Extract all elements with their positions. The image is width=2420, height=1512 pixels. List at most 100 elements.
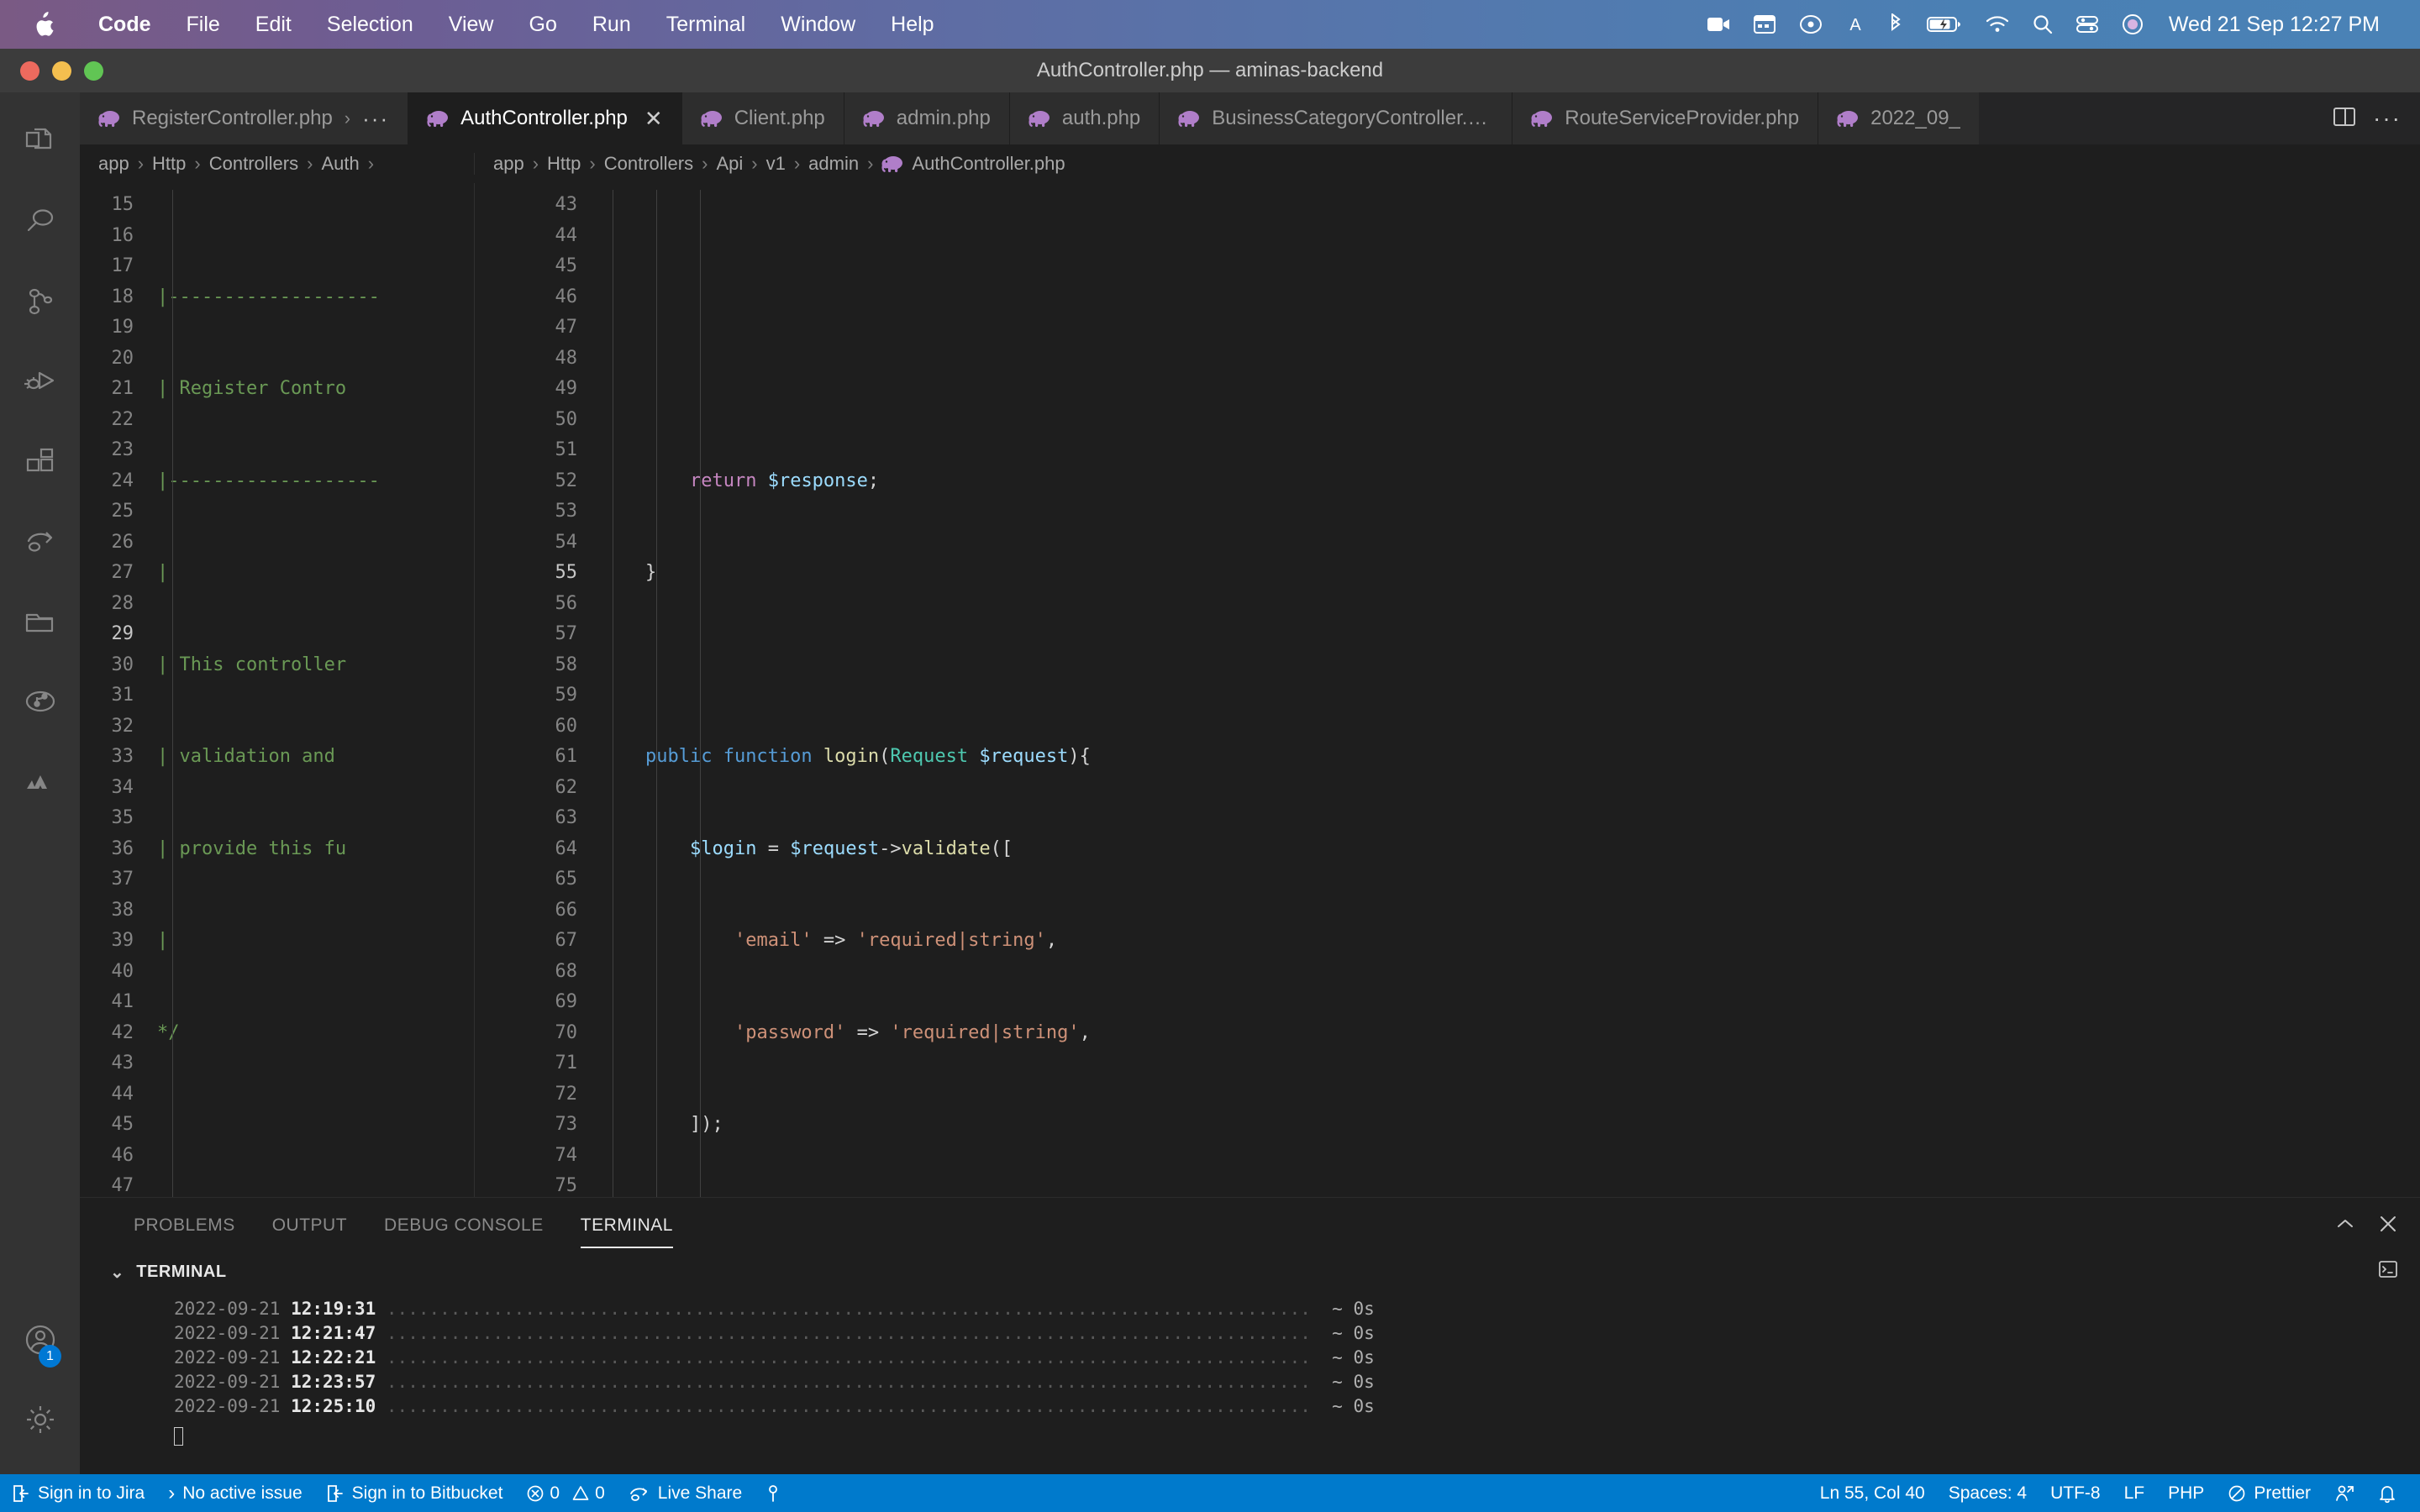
status-sign-in-bitbucket[interactable]: Sign in to Bitbucket (314, 1474, 515, 1512)
more-actions-icon[interactable]: ··· (2373, 105, 2402, 132)
menu-item-window[interactable]: Window (763, 0, 873, 49)
panel-tab-problems[interactable]: PROBLEMS (115, 1198, 254, 1253)
panel-tab-output[interactable]: OUTPUT (254, 1198, 366, 1253)
screen-record-icon[interactable] (1695, 0, 1742, 49)
split-editor-icon[interactable] (2333, 106, 2356, 132)
code-line: return $response; (689, 470, 880, 491)
status-no-active-issue[interactable]: › No active issue (156, 1474, 313, 1512)
tab-client[interactable]: Client.php (681, 92, 844, 144)
breadcrumb-item[interactable]: Http (547, 153, 581, 175)
tab-admin[interactable]: admin.php (844, 92, 1010, 144)
battery-charging-icon[interactable] (1915, 0, 1974, 49)
line-number: 23 (111, 439, 134, 460)
sidebar-item-git-graph[interactable] (0, 661, 80, 741)
maximize-button[interactable] (84, 60, 103, 81)
menu-item-selection[interactable]: Selection (309, 0, 431, 49)
panel-tab-terminal[interactable]: TERMINAL (562, 1198, 692, 1253)
menu-item-terminal[interactable]: Terminal (649, 0, 763, 49)
siri-icon[interactable] (2110, 0, 2155, 49)
minimize-button[interactable] (52, 60, 71, 81)
bluetooth-icon[interactable] (1876, 0, 1915, 49)
tab-authcontroller[interactable]: AuthController.php ✕ (408, 92, 682, 144)
tab-businesscategorycontroller[interactable]: BusinessCategoryController.php (1160, 92, 1513, 144)
breadcrumb-item[interactable]: Controllers (604, 153, 693, 175)
status-eol[interactable]: LF (2112, 1474, 2157, 1512)
tab-registercontroller[interactable]: RegisterController.php › ··· (80, 92, 409, 144)
tab-auth[interactable]: auth.php (1009, 92, 1160, 144)
chevron-up-icon[interactable] (2334, 1215, 2356, 1236)
chevron-right-icon: › (793, 153, 801, 174)
editor-pane-left[interactable]: 15 16 17 18 19 20 21 22 23 24 25 26 27 2… (80, 183, 475, 1197)
sidebar-item-extensions[interactable] (0, 422, 80, 501)
sidebar-item-run-and-debug[interactable] (0, 342, 80, 422)
editor-pane-right[interactable]: 43 44 45 46 47 48 49 50 51 52 53 54 55 5… (475, 183, 2420, 1197)
breadcrumb-item[interactable]: Api (716, 153, 743, 175)
sidebar-item-project-manager[interactable] (0, 581, 80, 661)
close-tab-icon[interactable]: ✕ (644, 106, 663, 132)
macos-clock[interactable]: Wed 21 Sep 12:27 PM (2155, 13, 2388, 37)
menu-item-view[interactable]: View (431, 0, 512, 49)
status-ports[interactable] (754, 1474, 792, 1512)
sidebar-item-search[interactable] (0, 182, 80, 262)
terminal-output[interactable]: 2022-09-21 12:19:31 ....................… (80, 1290, 2420, 1474)
calendar-icon[interactable] (1742, 0, 1787, 49)
status-remote-account[interactable] (2323, 1474, 2366, 1512)
status-notifications-bell-icon[interactable] (2366, 1474, 2408, 1512)
close-button[interactable] (20, 60, 39, 81)
breadcrumb-item[interactable]: v1 (766, 153, 786, 175)
status-problems[interactable]: 0 0 (514, 1474, 616, 1512)
terminal-date: 2022-09-21 (174, 1372, 281, 1392)
sidebar-item-atlassian[interactable] (0, 741, 80, 821)
status-prettier[interactable]: Prettier (2216, 1474, 2323, 1512)
breadcrumb-item[interactable]: Controllers (209, 153, 298, 175)
menu-item-help[interactable]: Help (873, 0, 951, 49)
breadcrumb-item[interactable]: Http (152, 153, 186, 175)
apple-logo-icon[interactable] (34, 12, 55, 37)
breadcrumb-item[interactable]: AuthController.php (912, 153, 1065, 175)
menu-item-code[interactable]: Code (81, 0, 169, 49)
breadcrumb-item[interactable]: app (493, 153, 524, 175)
status-line-col[interactable]: Ln 55, Col 40 (1808, 1474, 1937, 1512)
menu-item-file[interactable]: File (169, 0, 238, 49)
control-center-icon[interactable] (2065, 0, 2110, 49)
terminal-time: 12:25:10 (291, 1396, 376, 1416)
sidebar-item-explorer[interactable] (0, 102, 80, 182)
line-number: 26 (111, 531, 134, 553)
wifi-icon[interactable] (1974, 0, 2021, 49)
tab-label: RegisterController.php (132, 107, 333, 129)
breadcrumb-item[interactable]: app (98, 153, 129, 175)
breadcrumb-item[interactable]: Auth (321, 153, 359, 175)
status-warning-count: 0 (595, 1483, 605, 1503)
tab-routeserviceprovider[interactable]: RouteServiceProvider.php (1512, 92, 1819, 144)
terminal-date: 2022-09-21 (174, 1323, 281, 1343)
settings-gear-icon[interactable] (0, 1379, 80, 1459)
status-indentation[interactable]: Spaces: 4 (1937, 1474, 2039, 1512)
new-terminal-icon[interactable] (2378, 1260, 2398, 1284)
status-sign-in-jira[interactable]: Sign in to Jira (0, 1474, 156, 1512)
tab-label: 2022_09_ (1870, 107, 1960, 129)
status-live-share[interactable]: Live Share (617, 1474, 754, 1512)
terminal-tail: ~ 0s (1332, 1299, 1375, 1319)
chevron-down-icon[interactable]: ⌄ (110, 1262, 124, 1283)
menu-item-go[interactable]: Go (512, 0, 575, 49)
menu-item-edit[interactable]: Edit (238, 0, 309, 49)
sidebar-item-source-control[interactable] (0, 262, 80, 342)
status-label: Sign in to Bitbucket (351, 1483, 503, 1503)
sidebar-item-live-share[interactable] (0, 501, 80, 581)
terminal-line: 2022-09-21 12:22:21 ....................… (80, 1346, 2420, 1370)
tab-migration[interactable]: 2022_09_ (1818, 92, 1979, 144)
menu-item-run[interactable]: Run (575, 0, 649, 49)
status-encoding[interactable]: UTF-8 (2039, 1474, 2112, 1512)
keyboard-input-icon[interactable]: A (1834, 0, 1876, 49)
accounts-button[interactable]: 1 (0, 1299, 80, 1379)
activity-bar: 1 (0, 92, 80, 1474)
breadcrumb-item[interactable]: admin (808, 153, 859, 175)
status-language-mode[interactable]: PHP (2156, 1474, 2216, 1512)
code-area-left: 15 16 17 18 19 20 21 22 23 24 25 26 27 2… (80, 183, 474, 1197)
more-actions-icon[interactable]: ··· (362, 106, 389, 132)
close-panel-icon[interactable] (2378, 1214, 2398, 1238)
circle-loop-icon[interactable] (1787, 0, 1834, 49)
search-icon[interactable] (2021, 0, 2065, 49)
panel-tab-debug-console[interactable]: DEBUG CONSOLE (366, 1198, 562, 1253)
